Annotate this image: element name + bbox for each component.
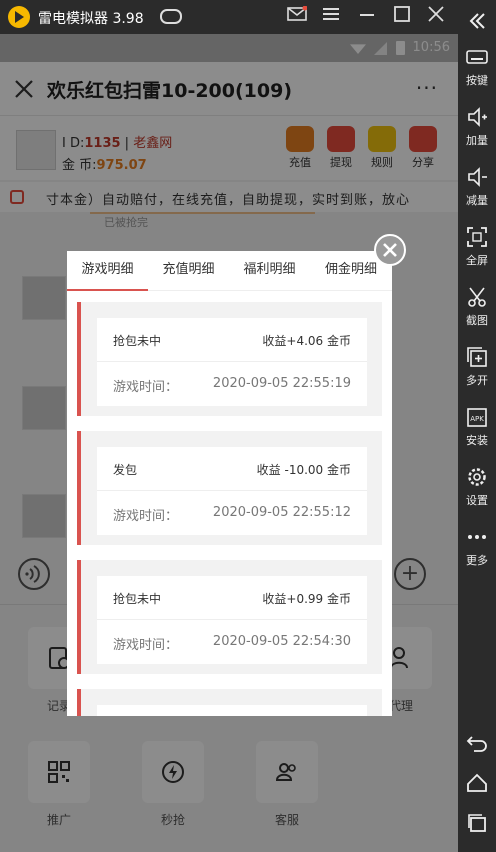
keyboard-icon <box>466 50 488 64</box>
record-time-label: 游戏时间： <box>113 509 179 524</box>
apk-install-icon: APK <box>467 408 487 427</box>
close-icon <box>383 243 397 257</box>
sidebar-label: 设置 <box>466 494 488 507</box>
emulator-title: 雷电模拟器 3.98 <box>38 11 144 27</box>
tab-welfare-details[interactable]: 福利明细 <box>229 251 310 291</box>
list-item: 抢包未中 收益+4.06 金币 游戏时间： 2020-09-05 22:55:19 <box>77 302 382 416</box>
back-arrow-icon <box>466 736 487 752</box>
record-type: 抢包未中 <box>113 592 162 606</box>
sidebar-item-settings[interactable]: 设置 <box>458 466 496 508</box>
record-income: 收益+0.99 金币 <box>262 592 351 606</box>
details-modal: 游戏明细 充值明细 福利明细 佣金明细 抢包未中 收益+4.06 金币 游戏时间：… <box>67 251 392 716</box>
sidebar-item-fullscreen[interactable]: 全屏 <box>458 226 496 268</box>
list-item: 发包 收益 -10.00 金币 游戏时间： 2020-09-05 22:55:12 <box>77 431 382 545</box>
record-time-label: 游戏时间： <box>113 380 179 395</box>
record-income: 收益 -10.00 金币 <box>256 463 351 477</box>
recents-icon <box>468 814 486 832</box>
svg-text:APK: APK <box>470 415 484 423</box>
record-income: 收益+4.06 金币 <box>262 334 351 348</box>
sidebar-label: 全屏 <box>466 254 488 267</box>
record-card <box>97 705 367 716</box>
sidebar-label: 减量 <box>466 194 488 207</box>
emulator-logo-icon <box>8 6 30 28</box>
double-chevron-icon <box>469 13 485 29</box>
record-time: 2020-09-05 22:54:30 <box>212 634 351 649</box>
nav-back-button[interactable] <box>458 732 496 754</box>
record-type: 发包 <box>113 463 138 477</box>
close-window-icon[interactable] <box>425 6 447 28</box>
emulator-window: 雷电模拟器 3.98 按键 加量 减量 全屏 截图 多开 APK 安装 设置 更… <box>0 0 496 852</box>
gamepad-icon[interactable] <box>160 9 182 24</box>
minimize-icon[interactable] <box>356 6 378 28</box>
maximize-icon[interactable] <box>391 6 413 28</box>
sidebar-label: 加量 <box>466 134 488 147</box>
gear-icon <box>468 468 486 486</box>
sidebar-item-screenshot[interactable]: 截图 <box>458 286 496 328</box>
sidebar-label: 更多 <box>466 554 488 567</box>
mail-icon[interactable] <box>286 5 308 28</box>
home-icon <box>467 773 487 792</box>
record-time: 2020-09-05 22:55:19 <box>212 376 351 391</box>
record-card: 抢包未中 收益+4.06 金币 游戏时间： 2020-09-05 22:55:19 <box>97 318 367 406</box>
tab-recharge-details[interactable]: 充值明细 <box>148 251 229 291</box>
menu-icon[interactable] <box>320 6 342 28</box>
sidebar-label: 多开 <box>466 374 488 387</box>
list-item: 抢包未中 收益+0.99 金币 游戏时间： 2020-09-05 22:54:30 <box>77 560 382 674</box>
more-dots-icon <box>468 535 486 539</box>
records-list[interactable]: 抢包未中 收益+4.06 金币 游戏时间： 2020-09-05 22:55:19 … <box>67 292 392 716</box>
record-time: 2020-09-05 22:55:12 <box>212 505 351 520</box>
sidebar-item-multi-open[interactable]: 多开 <box>458 346 496 388</box>
scissors-icon <box>468 287 486 307</box>
multi-open-icon <box>467 347 487 367</box>
volume-down-icon <box>468 167 487 187</box>
list-item <box>77 689 382 716</box>
record-type: 抢包未中 <box>113 334 162 348</box>
collapse-sidebar-button[interactable] <box>458 10 496 32</box>
record-card: 抢包未中 收益+0.99 金币 游戏时间： 2020-09-05 22:54:30 <box>97 576 367 664</box>
sidebar-item-install[interactable]: APK 安装 <box>458 406 496 448</box>
emulator-title-bar: 雷电模拟器 3.98 <box>0 0 496 34</box>
sidebar-item-more[interactable]: 更多 <box>458 526 496 568</box>
modal-tabs: 游戏明细 充值明细 福利明细 佣金明细 <box>67 251 392 291</box>
record-time-label: 游戏时间： <box>113 638 179 653</box>
tab-game-details[interactable]: 游戏明细 <box>67 251 148 291</box>
sidebar-label: 安装 <box>466 434 488 447</box>
sidebar-item-volume-down[interactable]: 减量 <box>458 166 496 208</box>
nav-recents-button[interactable] <box>458 812 496 834</box>
emulator-sidebar: 按键 加量 减量 全屏 截图 多开 APK 安装 设置 更多 <box>458 0 496 852</box>
nav-home-button[interactable] <box>458 772 496 794</box>
sidebar-item-volume-up[interactable]: 加量 <box>458 106 496 148</box>
sidebar-label: 截图 <box>466 314 488 327</box>
sidebar-item-keys[interactable]: 按键 <box>458 46 496 88</box>
fullscreen-icon <box>467 227 487 247</box>
volume-up-icon <box>468 107 487 127</box>
record-card: 发包 收益 -10.00 金币 游戏时间： 2020-09-05 22:55:12 <box>97 447 367 535</box>
sidebar-label: 按键 <box>466 74 488 87</box>
modal-close-button[interactable] <box>374 234 406 266</box>
